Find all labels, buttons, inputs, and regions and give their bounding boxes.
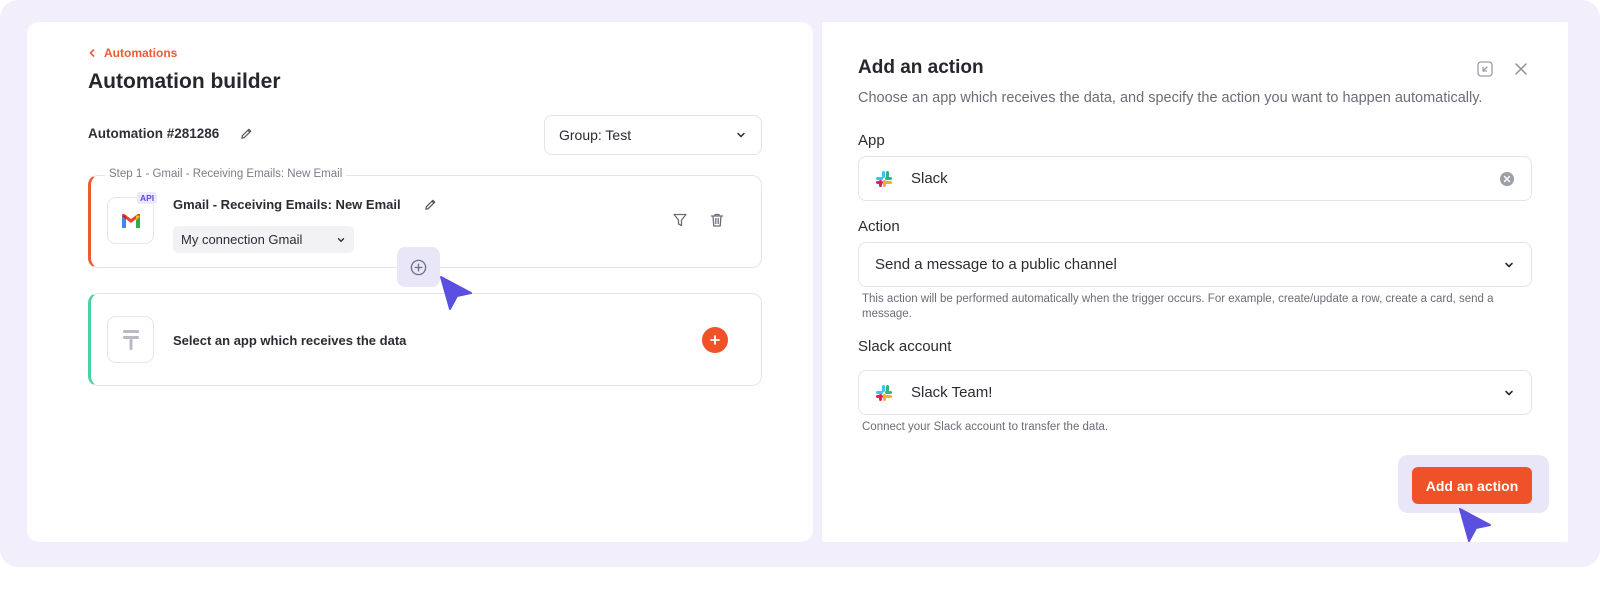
cursor-icon bbox=[1459, 508, 1491, 542]
group-select-value: Group: Test bbox=[559, 127, 632, 143]
slack-icon bbox=[876, 384, 892, 401]
action-hint: This action will be performed automatica… bbox=[862, 293, 1494, 320]
chevron-down-icon bbox=[737, 132, 745, 138]
action-select[interactable]: Send a message to a public channel bbox=[858, 242, 1532, 287]
trigger-step-title-text: Gmail - Receiving Emails: New Email bbox=[173, 197, 401, 212]
group-select[interactable]: Group: Test bbox=[544, 115, 762, 155]
gmail-app-tile bbox=[107, 197, 154, 244]
action-panel: Add an action Choose an app which receiv… bbox=[822, 22, 1568, 542]
automation-id-label: Automation #281286 bbox=[88, 126, 220, 141]
add-app-button[interactable] bbox=[702, 327, 728, 353]
account-hint: Connect your Slack account to transfer t… bbox=[862, 421, 1109, 433]
app-field-label: App bbox=[858, 132, 885, 149]
collapse-icon[interactable] bbox=[1476, 60, 1494, 78]
connection-select-value: My connection Gmail bbox=[181, 232, 303, 247]
action-select-value: Send a message to a public channel bbox=[875, 256, 1117, 273]
builder-panel: Automations Automation builder Automatio… bbox=[27, 22, 813, 542]
gmail-icon bbox=[121, 213, 140, 228]
chevron-down-icon bbox=[1505, 390, 1513, 395]
account-select[interactable]: Slack Team! bbox=[858, 370, 1532, 415]
pencil-icon[interactable] bbox=[239, 126, 254, 141]
close-icon[interactable] bbox=[1512, 60, 1530, 78]
placeholder-app-tile bbox=[107, 316, 154, 363]
app-frame: Automations Automation builder Automatio… bbox=[0, 0, 1600, 567]
action-panel-title: Add an action bbox=[858, 57, 984, 78]
api-badge: API bbox=[137, 192, 158, 204]
trigger-step-title: Gmail - Receiving Emails: New Email bbox=[173, 197, 438, 212]
automation-name: Automation #281286 bbox=[88, 126, 254, 141]
action-panel-description: Choose an app which receives the data, a… bbox=[858, 90, 1483, 106]
breadcrumb[interactable]: Automations bbox=[88, 46, 177, 60]
add-step-button[interactable] bbox=[397, 247, 440, 287]
filter-icon[interactable] bbox=[672, 212, 688, 228]
breadcrumb-link[interactable]: Automations bbox=[104, 46, 177, 60]
chevron-down-icon bbox=[337, 237, 345, 242]
chevron-left-icon bbox=[89, 49, 95, 57]
trash-icon[interactable] bbox=[709, 212, 725, 228]
action-step-placeholder: Select an app which receives the data bbox=[173, 333, 407, 348]
account-field-label: Slack account bbox=[858, 338, 952, 355]
chevron-down-icon bbox=[1505, 262, 1513, 267]
add-action-button[interactable]: Add an action bbox=[1412, 467, 1532, 504]
cursor-icon bbox=[440, 276, 472, 310]
app-field-value: Slack bbox=[911, 170, 948, 187]
plus-icon bbox=[710, 335, 720, 345]
step-legend: Step 1 - Gmail - Receiving Emails: New E… bbox=[105, 168, 347, 180]
slack-icon bbox=[876, 170, 892, 187]
action-field-label: Action bbox=[858, 218, 900, 235]
placeholder-app-icon bbox=[122, 329, 139, 350]
plus-circle-icon bbox=[410, 259, 427, 275]
pencil-icon[interactable] bbox=[423, 197, 438, 212]
app-field[interactable]: Slack bbox=[858, 156, 1532, 201]
connection-select[interactable]: My connection Gmail bbox=[173, 226, 354, 253]
page-title: Automation builder bbox=[88, 70, 281, 93]
clear-icon[interactable] bbox=[1499, 171, 1515, 187]
account-select-value: Slack Team! bbox=[911, 384, 993, 401]
